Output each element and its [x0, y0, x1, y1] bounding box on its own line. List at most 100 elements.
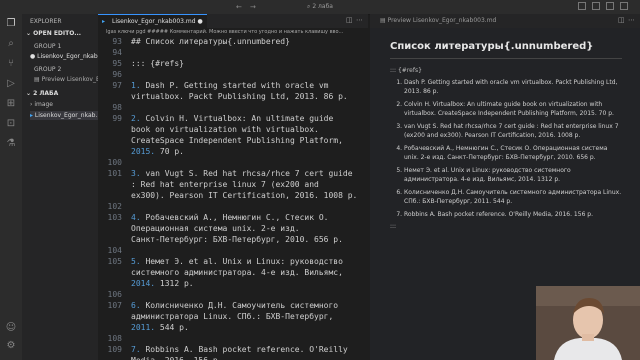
open-editor-file-1[interactable]: ● Lisenkov_Egor_nkab... — [30, 52, 106, 61]
search-icon[interactable]: ⌕ — [5, 38, 17, 50]
code-line[interactable]: Media, 2016. 156 p. — [131, 356, 223, 360]
toggle-panel-icon[interactable] — [592, 2, 600, 10]
file-label: Preview Lisenkov_E... — [41, 76, 106, 83]
more-actions-icon[interactable]: ⋯ — [356, 16, 363, 24]
line-number: 109 — [107, 345, 122, 354]
explorer-header: EXPLORER — [30, 18, 62, 25]
reference-item: Колисниченко Д.Н. Самоучитель системного… — [404, 188, 622, 206]
code-line[interactable]: 7. Robbins A. Bash pocket reference. O'R… — [131, 345, 348, 354]
editor-tab[interactable]: ▸ Lisenkov_Egor_nkab003.md ● — [98, 14, 207, 28]
reference-item: Colvin H. Virtualbox: An ultimate guide … — [404, 100, 622, 118]
line-number: 93 — [112, 37, 122, 46]
explorer-sidebar: EXPLORER ⌄ OPEN EDITO... GROUP 1 ● Lisen… — [22, 14, 106, 360]
reference-item: Dash P. Getting started with oracle vm v… — [404, 78, 622, 96]
line-number: 97 — [112, 81, 122, 90]
source-control-icon[interactable]: ⑂ — [5, 58, 17, 70]
reference-list: Dash P. Getting started with oracle vm v… — [390, 78, 622, 219]
line-number: 94 — [112, 48, 122, 57]
line-number: 102 — [107, 202, 122, 211]
folder-file[interactable]: ▸ Lisenkov_Egor_nkab... — [30, 111, 106, 120]
folder-label: 2 ЛАБА — [33, 90, 59, 97]
split-editor-icon[interactable]: ◫ — [346, 16, 353, 24]
code-line[interactable]: 2011. 544 p. — [131, 323, 189, 332]
code-line[interactable]: Операционная система unix. 2-е изд. — [131, 224, 300, 233]
line-number: 107 — [107, 301, 122, 310]
code-line[interactable]: 3. van Vugt S. Red hat rhcsa/rhce 7 cert… — [131, 169, 353, 178]
webcam-overlay — [536, 286, 640, 360]
command-center[interactable]: ⌕ 2 лаба — [270, 1, 370, 12]
code-line[interactable]: ::: {#refs} — [131, 59, 184, 68]
folder-name: image — [34, 101, 54, 108]
folder-section[interactable]: ⌄ 2 ЛАБА — [26, 89, 102, 98]
reference-item: Robbins A. Bash pocket reference. O'Reil… — [404, 210, 622, 219]
code-line[interactable]: 2014. 1312 p. — [131, 279, 194, 288]
back-arrow-icon[interactable]: ← — [236, 1, 242, 13]
testing-icon[interactable]: ⚗ — [5, 138, 17, 150]
code-line[interactable]: ## Список литературы{.unnumbered} — [131, 37, 290, 46]
extensions-icon[interactable]: ⊞ — [5, 98, 17, 110]
webcam-person-image — [536, 286, 640, 360]
unsaved-dot-icon[interactable]: ● — [197, 18, 202, 25]
divider — [390, 58, 622, 59]
refs-open: ::: {#refs} — [390, 67, 422, 74]
line-number: 101 — [107, 169, 122, 178]
reference-item: Немет Э. et al. Unix и Linux: руководств… — [404, 166, 622, 184]
line-number: 96 — [112, 70, 122, 79]
refs-close: ::: — [390, 223, 397, 230]
tab-label: Lisenkov_Egor_nkab003.md — [112, 18, 196, 25]
remote-icon[interactable]: ⊡ — [5, 118, 17, 130]
code-line[interactable]: CreateSpace Independent Publishing Platf… — [131, 136, 343, 145]
reference-item: van Vugt S. Red hat rhcsa/rhce 7 cert gu… — [404, 122, 622, 140]
line-number: 99 — [112, 114, 122, 123]
tab-label: Preview Lisenkov_Egor_nkab003.md — [387, 17, 497, 24]
more-actions-icon[interactable]: ⋯ — [628, 16, 635, 24]
run-debug-icon[interactable]: ▷ — [5, 78, 17, 90]
file-label: Lisenkov_Egor_nkab... — [37, 53, 104, 60]
preview-content: Список литературы{.unnumbered} ::: {#ref… — [390, 41, 622, 230]
line-number: 106 — [107, 290, 122, 299]
open-editors-label: OPEN EDITO... — [33, 30, 82, 37]
code-line[interactable]: book on virtualization with virtualbox. — [131, 125, 319, 134]
line-number: 105 — [107, 257, 122, 266]
code-area[interactable]: 93 ## Список литературы{.unnumbered} 94 95:… — [98, 37, 368, 360]
line-number: 95 — [112, 59, 122, 68]
code-line[interactable]: 1. Dash P. Getting started with oracle v… — [131, 81, 328, 90]
line-number: 98 — [112, 103, 122, 112]
folder-image[interactable]: › image — [30, 100, 106, 109]
explorer-icon[interactable]: ❐ — [5, 18, 17, 30]
preview-tab[interactable]: ▤ Preview Lisenkov_Egor_nkab003.md — [370, 14, 500, 28]
line-number: 108 — [107, 334, 122, 343]
gear-icon[interactable]: ⚙ — [5, 340, 17, 352]
line-number: 100 — [107, 158, 122, 167]
split-editor-icon[interactable]: ◫ — [618, 16, 625, 24]
preview-tab-bar: ▤ Preview Lisenkov_Egor_nkab003.md ◫ ⋯ — [370, 14, 640, 28]
code-line[interactable]: Санкт-Петербург: БХВ-Петербург, 2010. 65… — [131, 235, 343, 244]
open-editors-section[interactable]: ⌄ OPEN EDITO... — [26, 29, 102, 38]
code-line[interactable]: администратора Linux. СПб.: БХВ-Петербур… — [131, 312, 333, 321]
line-number: 104 — [107, 246, 122, 255]
forward-arrow-icon[interactable]: → — [250, 1, 256, 13]
code-line[interactable]: 5. Немет Э. et al. Unix и Linux: руковод… — [131, 257, 343, 266]
code-line[interactable]: 4. Робачевский А., Немнюгин С., Стесик О… — [131, 213, 328, 222]
customize-layout-icon[interactable] — [620, 2, 628, 10]
toggle-sidebar-icon[interactable] — [578, 2, 586, 10]
editor-tab-bar: ▸ Lisenkov_Egor_nkab003.md ● ◫ ⋯ — [98, 14, 368, 28]
activity-bar: ❐ ⌕ ⑂ ▷ ⊞ ⊡ ⚗ ☺ ⚙ — [0, 14, 22, 360]
markdown-icon: ▸ — [102, 18, 106, 25]
account-icon[interactable]: ☺ — [5, 322, 17, 334]
code-line[interactable]: : Red hat enterprise linux 7 (ex200 and — [131, 180, 319, 189]
preview-icon: ▤ — [34, 76, 42, 83]
window-title: 2 лаба — [312, 3, 333, 10]
code-line[interactable]: virtualbox. Packt Publishing Ltd, 2013. … — [131, 92, 348, 101]
code-line[interactable]: системного администратора. 4-е изд. Виль… — [131, 268, 343, 277]
editor-group: ▸ Lisenkov_Egor_nkab003.md ● ◫ ⋯ lgas клю… — [98, 14, 368, 360]
code-line[interactable]: 2. Colvin H. Virtualbox: An ultimate gui… — [131, 114, 333, 123]
title-bar: ← → ⌕ 2 лаба — [0, 0, 640, 15]
toggle-secondary-sidebar-icon[interactable] — [606, 2, 614, 10]
line-number: 103 — [107, 213, 122, 222]
code-line[interactable]: ex300). Pearson IT Certification, 2016. … — [131, 191, 357, 200]
file-label: Lisenkov_Egor_nkab... — [34, 112, 102, 119]
code-line[interactable]: 2015. 70 p. — [131, 147, 184, 156]
code-line[interactable]: 6. Колисниченко Д.Н. Самоучитель системн… — [131, 301, 338, 310]
preview-icon: ▤ — [380, 17, 388, 24]
